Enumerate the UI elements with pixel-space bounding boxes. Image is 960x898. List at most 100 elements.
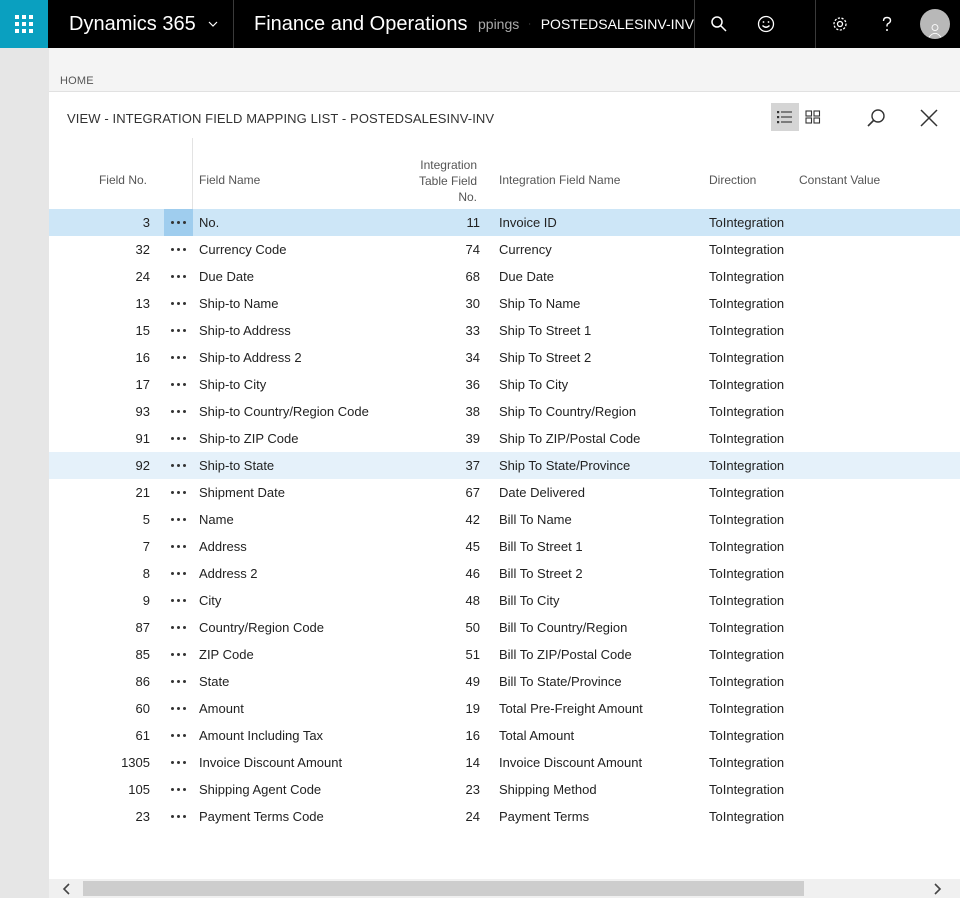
feedback-button[interactable] [742, 0, 790, 48]
table-row[interactable]: 9 City 48 Bill To City ToIntegration [49, 587, 960, 614]
table-row[interactable]: 91 Ship-to ZIP Code 39 Ship To ZIP/Postal C… [49, 425, 960, 452]
row-actions-button[interactable] [164, 236, 193, 263]
row-actions-button[interactable] [164, 452, 193, 479]
table-row[interactable]: 7 Address 45 Bill To Street 1 ToIntegration [49, 533, 960, 560]
table-row[interactable]: 24 Due Date 68 Due Date ToIntegration [49, 263, 960, 290]
gear-icon [832, 17, 847, 31]
cell-direction: ToIntegration [709, 647, 785, 662]
search-list-button[interactable] [861, 103, 891, 133]
row-actions-button[interactable] [164, 668, 193, 695]
table-row[interactable]: 21 Shipment Date 67 Date Delivered ToIntegra… [49, 479, 960, 506]
table-row[interactable]: 13 Ship-to Name 30 Ship To Name ToIntegratio… [49, 290, 960, 317]
dynamics-brand-menu[interactable]: Dynamics 365 [48, 0, 234, 48]
row-actions-button[interactable] [164, 722, 193, 749]
column-header-constant-value[interactable]: Constant Value [799, 173, 880, 187]
column-header-direction[interactable]: Direction [709, 173, 756, 187]
row-actions-button[interactable] [164, 749, 193, 776]
cell-integration-field-name: Ship To Street 2 [499, 350, 592, 365]
column-header-field-no[interactable]: Field No. [69, 173, 147, 187]
search-icon [710, 16, 727, 32]
cell-direction: ToIntegration [709, 674, 785, 689]
scrollbar-thumb[interactable] [83, 881, 804, 896]
waffle-icon [15, 15, 33, 33]
table-row[interactable]: 60 Amount 19 Total Pre-Freight Amount ToInte… [49, 695, 960, 722]
row-actions-button[interactable] [164, 479, 193, 506]
cell-field-name: Country/Region Code [199, 620, 325, 635]
close-button[interactable] [914, 103, 944, 133]
row-actions-button[interactable] [164, 290, 193, 317]
cell-direction: ToIntegration [709, 296, 785, 311]
settings-button[interactable] [815, 0, 863, 48]
user-avatar-button[interactable] [911, 0, 959, 48]
cell-field-name: Ship-to City [199, 377, 267, 392]
tile-view-button[interactable] [799, 103, 827, 131]
row-actions-button[interactable] [164, 263, 193, 290]
row-actions-button[interactable] [164, 695, 193, 722]
table-row[interactable]: 93 Ship-to Country/Region Code 38 Ship To C… [49, 398, 960, 425]
column-header-integration-table-field-no[interactable]: Integration Table Field No. [397, 157, 477, 205]
cell-integration-field-name: Bill To Name [499, 512, 572, 527]
table-row[interactable]: 17 Ship-to City 36 Ship To City ToIntegratio… [49, 371, 960, 398]
table-row[interactable]: 32 Currency Code 74 Currency ToIntegration [49, 236, 960, 263]
cell-field-no: 87 [135, 620, 150, 635]
top-navigation-bar: Dynamics 365 Finance and Operations ppin… [0, 0, 960, 48]
scroll-left-icon[interactable] [61, 882, 73, 896]
global-search-button[interactable] [694, 0, 742, 48]
horizontal-scrollbar[interactable] [49, 879, 960, 898]
column-header-integration-field-name[interactable]: Integration Field Name [499, 173, 620, 187]
row-actions-button[interactable] [164, 425, 193, 452]
row-actions-button[interactable] [164, 533, 193, 560]
row-actions-button[interactable] [164, 371, 193, 398]
table-row[interactable]: 5 Name 42 Bill To Name ToIntegration [49, 506, 960, 533]
more-dots-icon [170, 680, 188, 683]
cell-integration-field-name: Ship To Name [499, 296, 581, 311]
cell-field-no: 86 [135, 674, 150, 689]
table-row[interactable]: 61 Amount Including Tax 16 Total Amount ToIn… [49, 722, 960, 749]
table-row[interactable]: 23 Payment Terms Code 24 Payment Terms ToInt… [49, 803, 960, 830]
row-actions-button[interactable] [164, 560, 193, 587]
table-row[interactable]: 86 State 49 Bill To State/Province ToIntegra… [49, 668, 960, 695]
cell-integration-field-no: 48 [465, 593, 480, 608]
grid-body: 3 No. 11 Invoice ID ToIntegration 32 Currency … [49, 209, 960, 830]
cell-direction: ToIntegration [709, 242, 785, 257]
row-actions-button[interactable] [164, 209, 193, 236]
table-row[interactable]: 92 Ship-to State 37 Ship To State/Province T… [49, 452, 960, 479]
more-dots-icon [170, 329, 188, 332]
row-actions-button[interactable] [164, 398, 193, 425]
cell-integration-field-no: 68 [465, 269, 480, 284]
cell-field-name: No. [199, 215, 220, 230]
cell-field-no: 61 [135, 728, 150, 743]
cell-field-no: 15 [135, 323, 150, 338]
table-row[interactable]: 105 Shipping Agent Code 23 Shipping Method T… [49, 776, 960, 803]
table-row[interactable]: 8 Address 2 46 Bill To Street 2 ToIntegratio… [49, 560, 960, 587]
table-row[interactable]: 3 No. 11 Invoice ID ToIntegration [49, 209, 960, 236]
table-row[interactable]: 1305 Invoice Discount Amount 14 Invoice Dis… [49, 749, 960, 776]
cell-integration-field-name: Bill To City [499, 593, 560, 608]
row-actions-button[interactable] [164, 506, 193, 533]
cell-field-name: City [199, 593, 222, 608]
row-actions-button[interactable] [164, 641, 193, 668]
cell-field-no: 105 [128, 782, 150, 797]
breadcrumb-previous[interactable]: ppings [478, 16, 519, 32]
table-row[interactable]: 87 Country/Region Code 50 Bill To Country/R… [49, 614, 960, 641]
row-actions-button[interactable] [164, 803, 193, 830]
table-row[interactable]: 15 Ship-to Address 33 Ship To Street 1 ToInt… [49, 317, 960, 344]
table-row[interactable]: 16 Ship-to Address 2 34 Ship To Street 2 ToI… [49, 344, 960, 371]
row-actions-button[interactable] [164, 317, 193, 344]
row-actions-button[interactable] [164, 587, 193, 614]
help-button[interactable] [863, 0, 911, 48]
app-launcher-button[interactable] [0, 0, 48, 48]
more-dots-icon [170, 545, 188, 548]
scroll-right-icon[interactable] [931, 882, 943, 896]
row-actions-button[interactable] [164, 344, 193, 371]
list-view-button[interactable] [771, 103, 799, 131]
column-header-field-name[interactable]: Field Name [199, 173, 260, 187]
cell-integration-field-name: Bill To ZIP/Postal Code [499, 647, 632, 662]
table-row[interactable]: 85 ZIP Code 51 Bill To ZIP/Postal Code ToInt… [49, 641, 960, 668]
more-dots-icon [170, 815, 188, 818]
smiley-icon [757, 15, 775, 33]
tile-view-icon [805, 110, 821, 124]
cell-integration-field-no: 46 [465, 566, 480, 581]
row-actions-button[interactable] [164, 776, 193, 803]
row-actions-button[interactable] [164, 614, 193, 641]
